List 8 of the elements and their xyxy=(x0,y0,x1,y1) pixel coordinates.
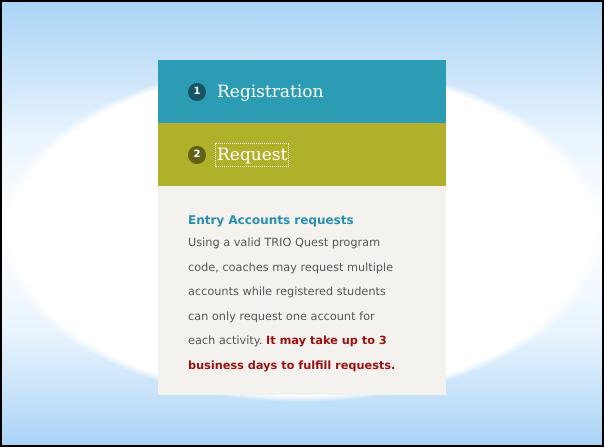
step-bar[interactable]: 1 Registration xyxy=(158,60,446,123)
section-heading: Entry Accounts requests xyxy=(188,213,355,227)
step-bar[interactable]: 2 Request xyxy=(158,123,446,186)
step-label: Registration xyxy=(216,80,324,102)
step-number: 1 xyxy=(188,82,206,100)
description-text: Using a valid TRIO Quest program code, coaches may request multiple accounts while registered students can only request one account for each activity. It may take up to 3 business days to fulfill requests. xyxy=(188,235,396,374)
step-label: Request xyxy=(216,144,288,166)
step-number: 2 xyxy=(188,146,206,164)
